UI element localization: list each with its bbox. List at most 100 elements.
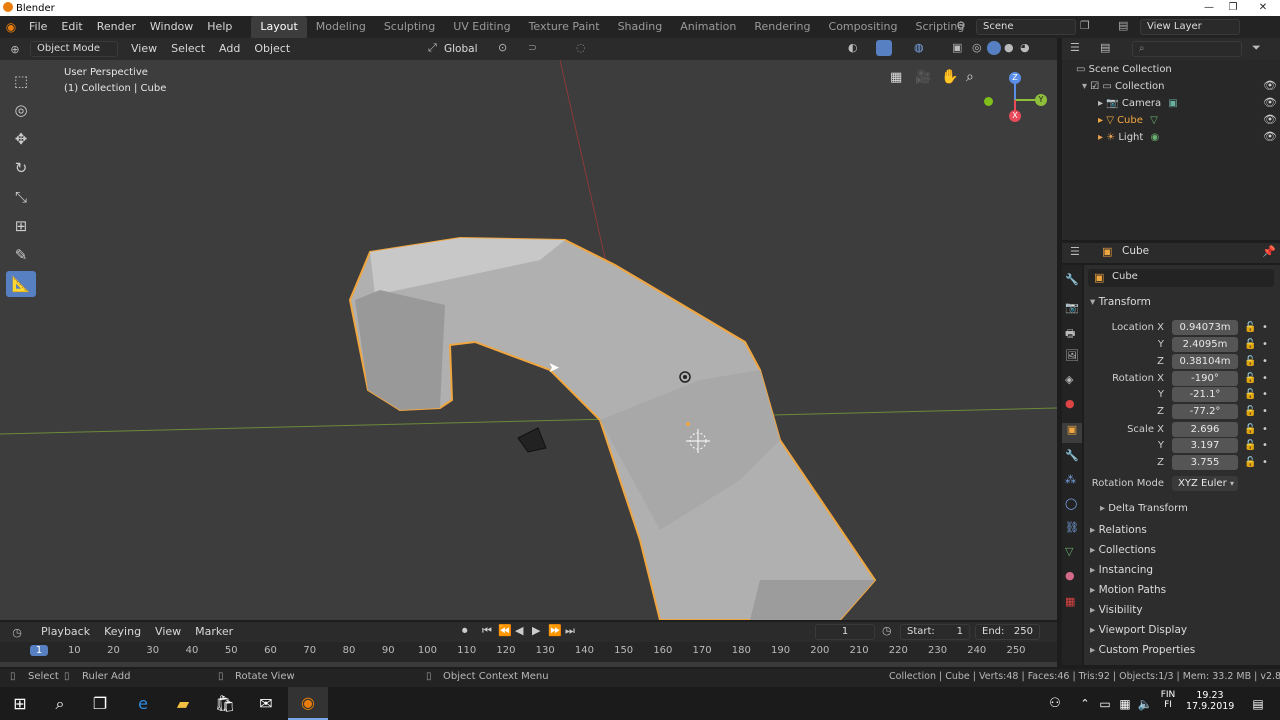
end-frame-field[interactable]: End: 250 [975, 624, 1040, 640]
snap-icon[interactable]: ⊃ [528, 41, 537, 54]
tab-rendering[interactable]: Rendering [745, 16, 819, 38]
view-layer-tab-icon[interactable]: 🖼 [1065, 349, 1079, 362]
rotation-x-field[interactable]: -190° [1172, 371, 1238, 386]
keyframe-icon[interactable]: • [1262, 354, 1268, 370]
keyframe-icon[interactable]: • [1262, 371, 1268, 387]
store-icon[interactable]: 🛍 [205, 687, 245, 720]
tab-modeling[interactable]: Modeling [307, 16, 375, 38]
current-frame-field[interactable]: 1 [815, 624, 875, 640]
file-explorer-icon[interactable]: ▰ [163, 687, 203, 720]
outliner-item-light[interactable]: ▸ ☀ Light ◉ [1098, 129, 1159, 146]
timeline-menu-playback[interactable]: Playback [34, 621, 97, 643]
play-icon[interactable]: ▶ [532, 624, 540, 637]
3d-viewport[interactable]: User Perspective (1) Collection | Cube ▦… [0, 60, 1057, 620]
camera-view-icon[interactable]: 🎥 [915, 70, 931, 85]
timeline-menu-keying[interactable]: Keying [97, 621, 148, 643]
perspective-toggle-icon[interactable]: ▦ [890, 70, 902, 85]
custom-properties-panel[interactable]: ▸ Custom Properties [1090, 644, 1195, 656]
scale-tool-icon[interactable]: ⤡ [6, 184, 36, 210]
jump-start-icon[interactable]: ⏮ [482, 624, 492, 638]
lock-icon[interactable]: 🔓 [1244, 337, 1256, 353]
gizmo-y-icon[interactable]: Y [1035, 94, 1047, 106]
menu-window[interactable]: Window [143, 16, 200, 38]
motion-paths-panel[interactable]: ▸ Motion Paths [1090, 584, 1166, 596]
lock-icon[interactable]: 🔓 [1244, 404, 1256, 420]
notifications-icon[interactable]: ▤ [1238, 687, 1278, 720]
rotation-z-field[interactable]: -77.2° [1172, 404, 1238, 419]
close-button[interactable]: ✕ [1250, 0, 1276, 16]
rotate-tool-icon[interactable]: ↻ [6, 155, 36, 181]
record-icon[interactable]: ⏺ [462, 624, 468, 638]
keyframe-icon[interactable]: • [1262, 337, 1268, 353]
scene-field[interactable]: Scene [976, 19, 1076, 35]
gizmo-x-icon[interactable]: X [1009, 110, 1021, 122]
outliner-search-input[interactable]: ⌕ [1132, 41, 1242, 57]
tab-uv-editing[interactable]: UV Editing [444, 16, 519, 38]
keyframe-icon[interactable]: • [1262, 422, 1268, 438]
jump-keyframe-back-icon[interactable]: ⏪ [498, 624, 512, 637]
tab-animation[interactable]: Animation [671, 16, 745, 38]
clock[interactable]: 19.23 17.9.2019 [1186, 690, 1234, 712]
zoom-view-icon[interactable]: ⌕ [966, 69, 974, 85]
menu-edit[interactable]: Edit [54, 16, 89, 38]
material-tab-icon[interactable]: ● [1065, 569, 1075, 582]
visibility-panel[interactable]: ▸ Visibility [1090, 604, 1143, 616]
blender-taskbar-icon[interactable]: ◉ [288, 687, 328, 720]
visibility-icon[interactable]: ◐ [848, 41, 858, 54]
particles-tab-icon[interactable]: ⁂ [1065, 473, 1076, 486]
select-box-tool-icon[interactable]: ⬚ [6, 68, 36, 94]
collapse-icon[interactable]: ▾ [1082, 81, 1087, 92]
lock-icon[interactable]: 🔓 [1244, 387, 1256, 403]
annotate-tool-icon[interactable]: ✎ [6, 242, 36, 268]
tab-compositing[interactable]: Compositing [820, 16, 907, 38]
editor-type-icon[interactable]: ⊕ [0, 43, 30, 56]
tool-tab-icon[interactable]: 🔧 [1065, 273, 1079, 286]
pin-icon[interactable]: 📌 [1262, 245, 1276, 258]
jump-keyframe-forward-icon[interactable]: ⏩ [548, 624, 562, 637]
tab-sculpting[interactable]: Sculpting [375, 16, 444, 38]
move-tool-icon[interactable]: ✥ [6, 126, 36, 152]
modifier-tab-icon[interactable]: 🔧 [1065, 449, 1079, 462]
outliner-item-cube[interactable]: ▸ ▽ Cube ▽ [1098, 112, 1158, 129]
menu-file[interactable]: File [22, 16, 54, 38]
material-shading-icon[interactable]: ● [1004, 41, 1014, 54]
mode-dropdown[interactable]: Object Mode [30, 41, 118, 57]
keyframe-icon[interactable]: • [1262, 455, 1268, 471]
collections-panel[interactable]: ▸ Collections [1090, 544, 1156, 556]
wireframe-shading-icon[interactable]: ◎ [972, 41, 982, 54]
solid-shading-icon[interactable] [987, 41, 1001, 55]
viewport-menu-view[interactable]: View [124, 38, 164, 60]
proportional-edit-icon[interactable]: ◌ [576, 41, 586, 54]
playhead[interactable]: 1 [30, 645, 48, 656]
search-icon[interactable]: ⌕ [40, 687, 80, 720]
viewport-display-panel[interactable]: ▸ Viewport Display [1090, 624, 1187, 636]
scale-z-field[interactable]: 3.755 [1172, 455, 1238, 470]
blender-menu-icon[interactable]: ◉ [0, 20, 22, 34]
pan-view-icon[interactable]: ✋ [941, 69, 958, 85]
measure-tool-icon[interactable]: 📐 [6, 271, 36, 297]
outliner-editor-icon[interactable]: ☰ [1070, 41, 1080, 54]
play-reverse-icon[interactable]: ◀ [515, 624, 523, 637]
constraints-tab-icon[interactable]: ⛓ [1065, 521, 1079, 534]
lock-icon[interactable]: 🔓 [1244, 354, 1256, 370]
relations-panel[interactable]: ▸ Relations [1090, 524, 1147, 536]
delta-transform-panel[interactable]: ▸ Delta Transform [1100, 503, 1188, 514]
eye-icon[interactable]: 👁 [1263, 130, 1277, 143]
display-mode-icon[interactable]: ▤ [1100, 41, 1110, 54]
texture-tab-icon[interactable]: ▦ [1065, 595, 1075, 608]
start-frame-field[interactable]: Start: 1 [900, 624, 970, 640]
location-y-field[interactable]: 2.4095m [1172, 337, 1238, 352]
eye-icon[interactable]: 👁 [1263, 79, 1277, 92]
keyframe-icon[interactable]: • [1262, 387, 1268, 403]
preview-range-icon[interactable]: ◷ [882, 624, 892, 637]
maximize-button[interactable]: ❐ [1220, 0, 1246, 16]
menu-render[interactable]: Render [90, 16, 143, 38]
world-tab-icon[interactable]: ● [1065, 397, 1075, 410]
scale-x-field[interactable]: 2.696 [1172, 422, 1238, 437]
overlay-icon[interactable]: ◍ [914, 41, 924, 54]
keyframe-icon[interactable]: • [1262, 320, 1268, 336]
instancing-panel[interactable]: ▸ Instancing [1090, 564, 1153, 576]
filter-icon[interactable]: ⏷ [1252, 41, 1261, 55]
tab-shading[interactable]: Shading [609, 16, 672, 38]
timeline-scrollbar[interactable] [0, 662, 1057, 667]
